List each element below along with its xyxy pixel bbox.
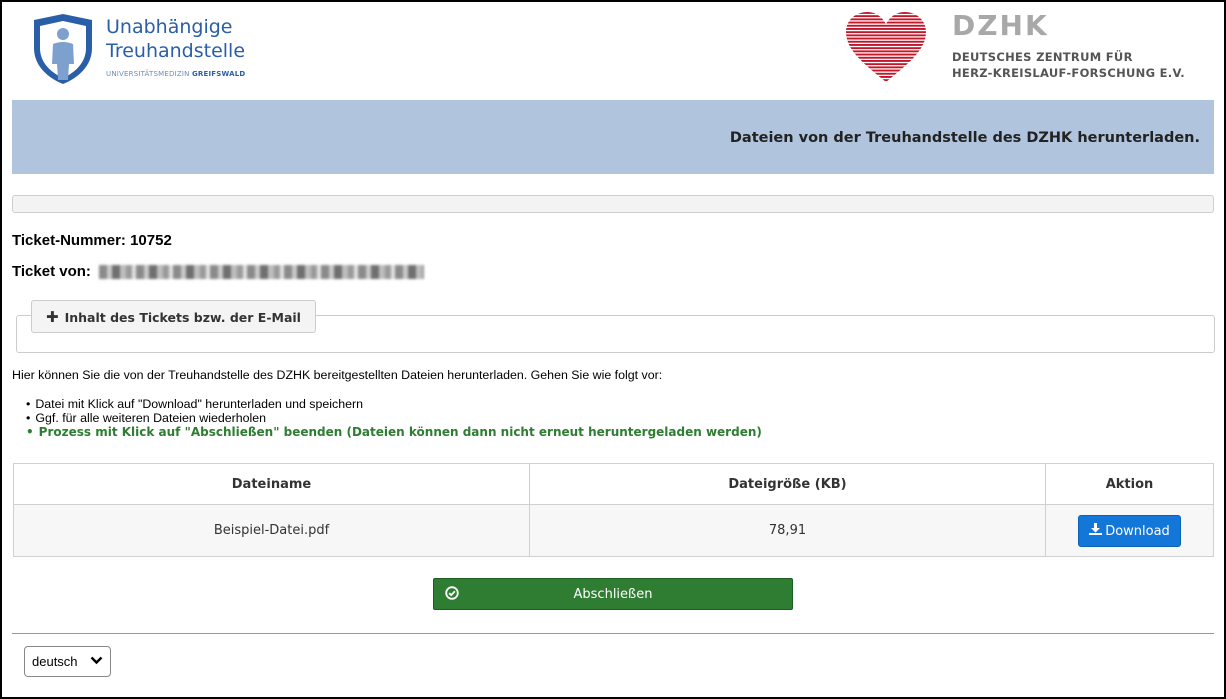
download-icon: [1089, 522, 1103, 539]
column-header-filesize: Dateigröße (KB): [529, 463, 1046, 505]
finish-button-label: Abschließen: [573, 587, 653, 602]
column-header-action: Aktion: [1045, 463, 1214, 505]
table-header-row: Dateiname Dateigröße (KB) Aktion: [13, 463, 1214, 505]
files-table: Dateiname Dateigröße (KB) Aktion Beispie…: [13, 463, 1214, 557]
file-size-cell: 78,91: [529, 504, 1046, 557]
file-action-cell: Download: [1045, 504, 1214, 557]
ttp-logo-line2: Treuhandstelle: [106, 40, 246, 62]
page-frame: Unabhängige Treuhandstelle UNIVERSITÄTSM…: [0, 0, 1226, 699]
chevron-down-icon: [90, 656, 103, 665]
ttp-logo-line1: Unabhängige: [106, 16, 233, 38]
page-banner: Dateien von der Treuhandstelle des DZHK …: [12, 100, 1214, 174]
instructions-steps: Datei mit Klick auf "Download" herunterl…: [26, 397, 762, 439]
ticket-number: Ticket-Nummer: 10752: [12, 232, 172, 249]
instruction-step: Datei mit Klick auf "Download" herunterl…: [26, 397, 762, 411]
header: Unabhängige Treuhandstelle UNIVERSITÄTSM…: [2, 2, 1224, 94]
page-title: Dateien von der Treuhandstelle des DZHK …: [729, 130, 1200, 146]
dzhk-logo-line2: HERZ-KREISLAUF-FORSCHUNG E.V.: [952, 66, 1185, 80]
file-name-cell: Beispiel-Datei.pdf: [13, 504, 530, 557]
download-button[interactable]: Download: [1078, 514, 1181, 547]
ticket-from: Ticket von:: [12, 263, 425, 280]
instruction-step: Ggf. für alle weiteren Dateien wiederhol…: [26, 411, 762, 425]
dzhk-logo-line1: DEUTSCHES ZENTRUM FÜR: [952, 50, 1133, 64]
shield-person-icon: [34, 14, 92, 84]
language-select-value: deutsch: [32, 654, 78, 669]
finish-button[interactable]: Abschließen: [433, 578, 793, 610]
dzhk-heart-icon: [846, 12, 926, 82]
dzhk-logo-title: DZHK: [952, 9, 1049, 42]
table-row: Beispiel-Datei.pdf 78,91 Download: [13, 504, 1214, 557]
ticket-from-email-redacted: [99, 265, 425, 280]
ttp-logo: Unabhängige Treuhandstelle UNIVERSITÄTSM…: [30, 12, 270, 86]
plus-icon: ✚: [46, 308, 59, 326]
language-select[interactable]: deutsch: [24, 646, 111, 677]
ticket-from-label: Ticket von:: [12, 263, 91, 280]
instruction-step-finish: Prozess mit Klick auf "Abschließen" been…: [26, 425, 762, 439]
footer-divider: [12, 633, 1214, 634]
progress-bar: [12, 195, 1214, 213]
instructions-intro: Hier können Sie die von der Treuhandstel…: [12, 368, 663, 382]
ticket-content-toggle-label: Inhalt des Tickets bzw. der E-Mail: [64, 310, 301, 325]
column-header-filename: Dateiname: [13, 463, 530, 505]
ttp-logo-subtitle: UNIVERSITÄTSMEDIZIN GREIFSWALD: [106, 70, 246, 78]
download-button-label: Download: [1105, 523, 1170, 539]
ticket-content-toggle-button[interactable]: ✚ Inhalt des Tickets bzw. der E-Mail: [31, 300, 316, 333]
